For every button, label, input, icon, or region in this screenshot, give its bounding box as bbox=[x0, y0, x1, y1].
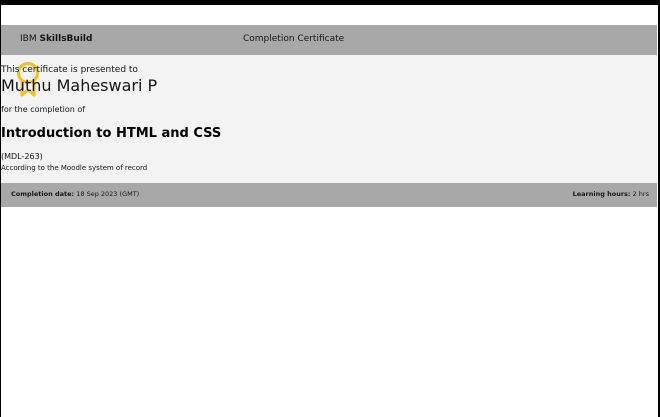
presented-text: This certificate is presented to bbox=[1, 65, 138, 75]
top-border bbox=[0, 0, 660, 5]
certificate-body: This certificate is presented to Muthu M… bbox=[1, 55, 657, 183]
header-title: Completion Certificate bbox=[243, 34, 345, 44]
learning-hours-label: Learning hours: bbox=[572, 190, 631, 198]
course-title: Introduction to HTML and CSS bbox=[1, 126, 222, 141]
completion-date-label: Completion date: bbox=[11, 190, 75, 198]
completion-date-value: 18 Sep 2023 (GMT) bbox=[76, 190, 140, 198]
brand-logo: IBM SkillsBuild bbox=[20, 34, 92, 44]
brand-prefix: IBM bbox=[20, 34, 37, 44]
brand-name: SkillsBuild bbox=[39, 34, 93, 44]
learning-hours-value: 2 hrs bbox=[632, 190, 649, 198]
recipient-name: Muthu Maheswari P bbox=[1, 76, 158, 95]
certificate-header: IBM SkillsBuild Completion Certificate bbox=[1, 25, 657, 55]
certificate-page: IBM SkillsBuild Completion Certificate T… bbox=[0, 0, 660, 417]
completion-text: for the completion of bbox=[1, 105, 86, 114]
certificate-footer: Completion date: 18 Sep 2023 (GMT) Learn… bbox=[1, 183, 657, 207]
course-code: (MDL-263) bbox=[1, 152, 43, 161]
record-note: According to the Moodle system of record bbox=[1, 164, 148, 172]
completion-date: Completion date: 18 Sep 2023 (GMT) bbox=[11, 190, 139, 198]
learning-hours: Learning hours: 2 hrs bbox=[573, 190, 649, 198]
